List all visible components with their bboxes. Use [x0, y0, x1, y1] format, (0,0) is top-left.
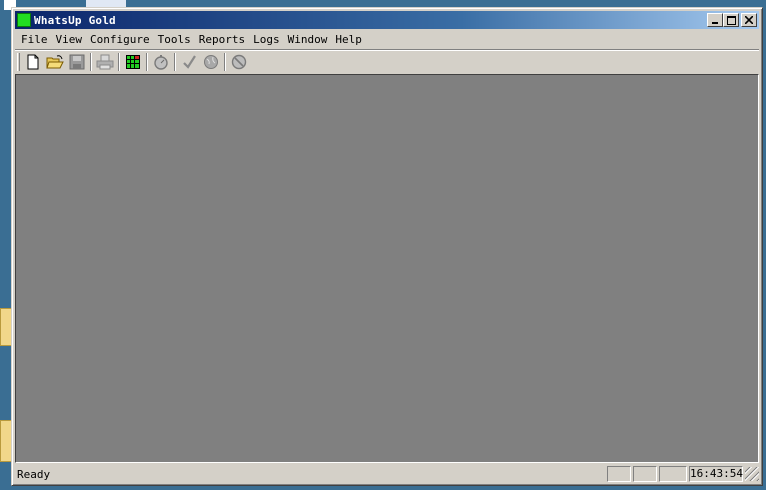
- print-icon: [96, 54, 114, 70]
- minimize-icon: [712, 22, 718, 24]
- toolbar-separator: [90, 53, 92, 71]
- stopwatch-button[interactable]: [150, 52, 172, 72]
- save-button[interactable]: [66, 52, 88, 72]
- close-button[interactable]: [741, 13, 757, 27]
- menu-window[interactable]: Window: [284, 33, 332, 46]
- globe-icon: [204, 55, 218, 69]
- menu-logs[interactable]: Logs: [249, 33, 284, 46]
- maximize-button[interactable]: [723, 13, 739, 27]
- minimize-button[interactable]: [707, 13, 723, 27]
- size-grip[interactable]: [745, 467, 759, 481]
- status-bar: Ready 16:43:54: [15, 465, 759, 483]
- toolbar-separator: [146, 53, 148, 71]
- window-controls: [707, 13, 757, 27]
- stop-button[interactable]: [228, 52, 250, 72]
- save-disk-icon: [69, 54, 85, 70]
- status-clock: 16:43:54: [689, 466, 743, 482]
- toolbar: [15, 49, 759, 75]
- stopwatch-icon: [154, 55, 168, 70]
- print-button[interactable]: [94, 52, 116, 72]
- status-panel: [607, 466, 631, 482]
- title-bar[interactable]: WhatsUp Gold: [15, 11, 759, 29]
- check-button[interactable]: [178, 52, 200, 72]
- menu-configure[interactable]: Configure: [86, 33, 154, 46]
- grid-view-icon: [126, 55, 140, 69]
- status-panel: [659, 466, 687, 482]
- new-button[interactable]: [22, 52, 44, 72]
- toolbar-separator: [118, 53, 120, 71]
- stop-sign-icon: [231, 54, 247, 70]
- mdi-client-area[interactable]: [15, 74, 759, 463]
- open-folder-icon: [46, 55, 64, 69]
- globe-button[interactable]: [200, 52, 222, 72]
- open-button[interactable]: [44, 52, 66, 72]
- grid-button[interactable]: [122, 52, 144, 72]
- close-icon: [745, 16, 753, 24]
- status-text: Ready: [17, 467, 51, 481]
- menu-view[interactable]: View: [52, 33, 87, 46]
- toolbar-grip[interactable]: [17, 53, 20, 71]
- window-title: WhatsUp Gold: [34, 13, 116, 27]
- new-document-icon: [27, 54, 39, 70]
- menu-help[interactable]: Help: [331, 33, 366, 46]
- toolbar-separator: [174, 53, 176, 71]
- toolbar-separator: [224, 53, 226, 71]
- green-square-icon[interactable]: [17, 13, 31, 27]
- status-panel: [633, 466, 657, 482]
- menu-reports[interactable]: Reports: [195, 33, 249, 46]
- maximize-icon: [726, 15, 736, 25]
- menu-file[interactable]: File: [17, 33, 52, 46]
- check-mark-icon: [183, 55, 196, 69]
- menu-bar: File View Configure Tools Reports Logs W…: [15, 30, 759, 48]
- menu-tools[interactable]: Tools: [154, 33, 195, 46]
- main-window: WhatsUp Gold File View Configure Tools R…: [11, 7, 763, 486]
